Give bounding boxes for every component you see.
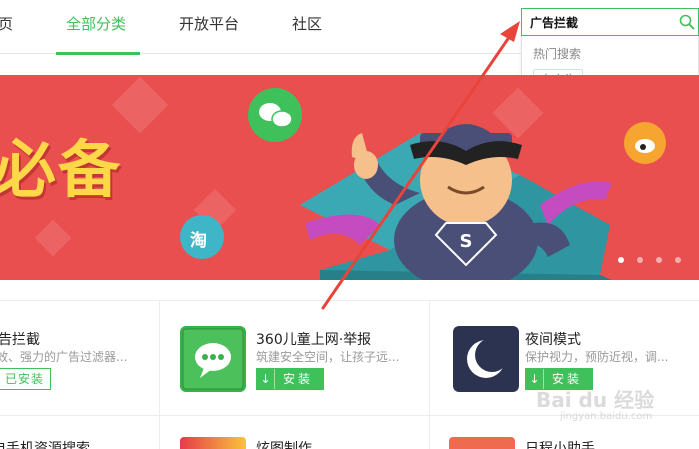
install-button[interactable]: ↓ 安装 [256, 368, 325, 390]
nav-item-home[interactable]: 页 [0, 14, 13, 34]
download-arrow-icon: ↓ [257, 369, 275, 389]
app-name[interactable]: 360儿童上网·举报 [256, 329, 371, 349]
app-desc: 筑建安全空间，让孩子远... [256, 350, 400, 364]
app-name[interactable]: 告拦截 [0, 329, 40, 349]
app-name[interactable]: 日程小助手 [525, 438, 595, 449]
banner-dot-1[interactable] [618, 257, 624, 263]
installed-label: 已安装 [5, 372, 45, 386]
divider [429, 300, 430, 449]
moon-icon[interactable] [453, 326, 519, 392]
divider [0, 300, 699, 301]
divider [159, 300, 160, 449]
search-input-value: 广告拦截 [530, 16, 579, 30]
banner-headline: 必备 [0, 133, 123, 206]
app-name[interactable]: 夜间模式 [525, 329, 581, 349]
app-desc: 效、强力的广告过滤器... [0, 350, 128, 364]
watermark-logo: Bai du 经验 [536, 388, 655, 412]
active-tab-indicator [56, 52, 140, 55]
hot-search-title: 热门搜索 [533, 47, 582, 61]
app-icon-partial[interactable] [180, 437, 246, 449]
app-desc: 保护视力，预防近视，调... [525, 350, 669, 364]
installed-button[interactable]: 已安装 [0, 368, 52, 390]
watermark-url: jingyan.baidu.com [560, 411, 653, 422]
app-name[interactable]: 电手机资源搜索 [0, 438, 90, 449]
banner-dot-2[interactable] [637, 257, 643, 263]
install-label: 安装 [283, 372, 314, 386]
app-name[interactable]: 炫图制作 [256, 438, 312, 449]
search-input[interactable]: 广告拦截 [521, 8, 699, 36]
banner-dot-3[interactable] [656, 257, 662, 263]
svg-text:S: S [460, 231, 473, 252]
search-icon[interactable] [679, 14, 695, 30]
chat-bubble-icon[interactable] [180, 326, 246, 392]
nav-item-open-platform[interactable]: 开放平台 [179, 14, 239, 34]
taobao-icon: 淘 [190, 231, 207, 251]
banner-dot-4[interactable] [675, 257, 681, 263]
nav-item-all-categories[interactable]: 全部分类 [66, 14, 126, 34]
promo-banner[interactable]: S 必备 淘 [0, 75, 699, 280]
nav-item-community[interactable]: 社区 [292, 14, 322, 34]
app-icon-partial[interactable] [449, 437, 515, 449]
